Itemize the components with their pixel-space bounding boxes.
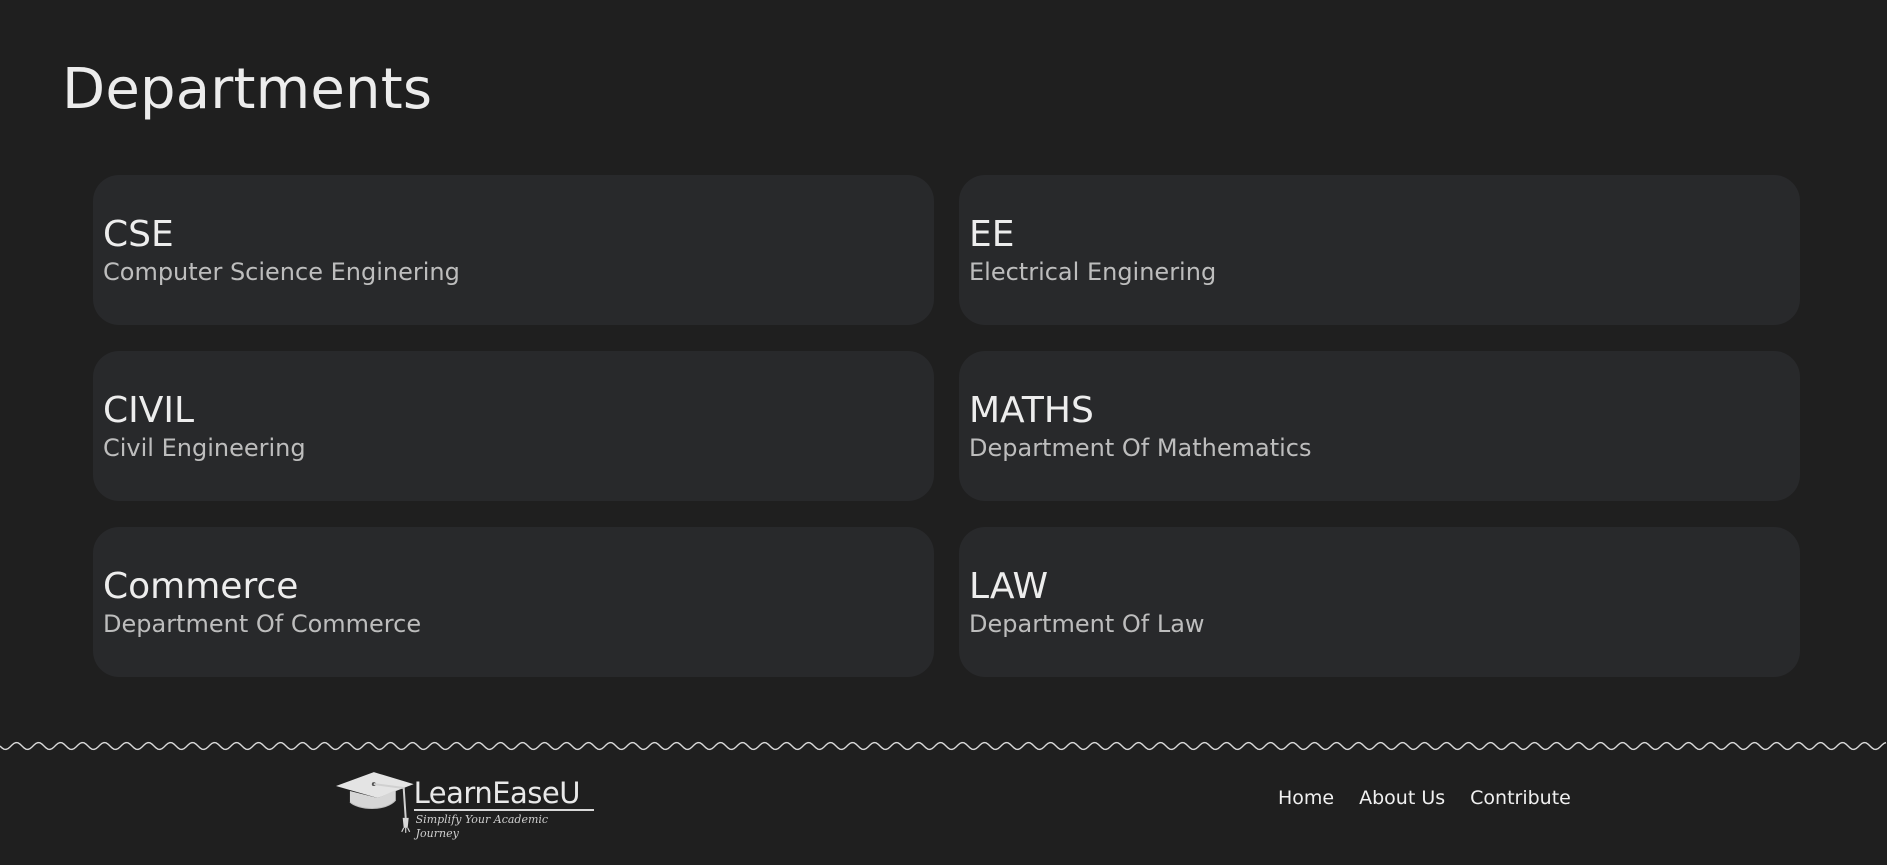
site-footer: LearnEaseU Simplify Your Academic Journe… bbox=[0, 756, 1887, 865]
footer-link-about-us[interactable]: About Us bbox=[1359, 786, 1445, 810]
departments-page: Departments CSE Computer Science Enginer… bbox=[0, 0, 1887, 865]
brand-logo[interactable]: LearnEaseU Simplify Your Academic Journe… bbox=[334, 764, 594, 840]
department-code: CSE bbox=[103, 214, 174, 255]
department-code: MATHS bbox=[969, 390, 1094, 431]
department-card-ee[interactable]: EE Electrical Enginering bbox=[959, 175, 1800, 325]
department-card-cse[interactable]: CSE Computer Science Enginering bbox=[93, 175, 934, 325]
brand-logo-text: LearnEaseU Simplify Your Academic Journe… bbox=[413, 778, 594, 841]
department-name: Electrical Enginering bbox=[969, 258, 1217, 286]
department-code: Commerce bbox=[103, 566, 299, 607]
department-name: Computer Science Enginering bbox=[103, 258, 460, 286]
footer-link-contribute[interactable]: Contribute bbox=[1470, 786, 1571, 810]
footer-link-home[interactable]: Home bbox=[1278, 786, 1334, 810]
brand-name: LearnEaseU bbox=[413, 778, 594, 811]
department-code: LAW bbox=[969, 566, 1049, 607]
department-name: Department Of Mathematics bbox=[969, 434, 1312, 462]
department-name: Department Of Commerce bbox=[103, 610, 422, 638]
department-card-maths[interactable]: MATHS Department Of Mathematics bbox=[959, 351, 1800, 501]
department-grid: CSE Computer Science Enginering EE Elect… bbox=[93, 175, 1800, 677]
page-title: Departments bbox=[62, 57, 433, 122]
department-code: CIVIL bbox=[103, 390, 195, 431]
department-name: Civil Engineering bbox=[103, 434, 306, 462]
graduation-cap-icon bbox=[335, 772, 414, 833]
department-code: EE bbox=[969, 214, 1015, 255]
footer-nav: Home About Us Contribute bbox=[1278, 786, 1571, 810]
footer-wave-divider bbox=[0, 741, 1887, 751]
department-card-civil[interactable]: CIVIL Civil Engineering bbox=[93, 351, 934, 501]
department-name: Department Of Law bbox=[969, 610, 1205, 638]
brand-tagline: Simplify Your Academic Journey bbox=[415, 813, 549, 840]
department-card-law[interactable]: LAW Department Of Law bbox=[959, 527, 1800, 677]
department-card-commerce[interactable]: Commerce Department Of Commerce bbox=[93, 527, 934, 677]
